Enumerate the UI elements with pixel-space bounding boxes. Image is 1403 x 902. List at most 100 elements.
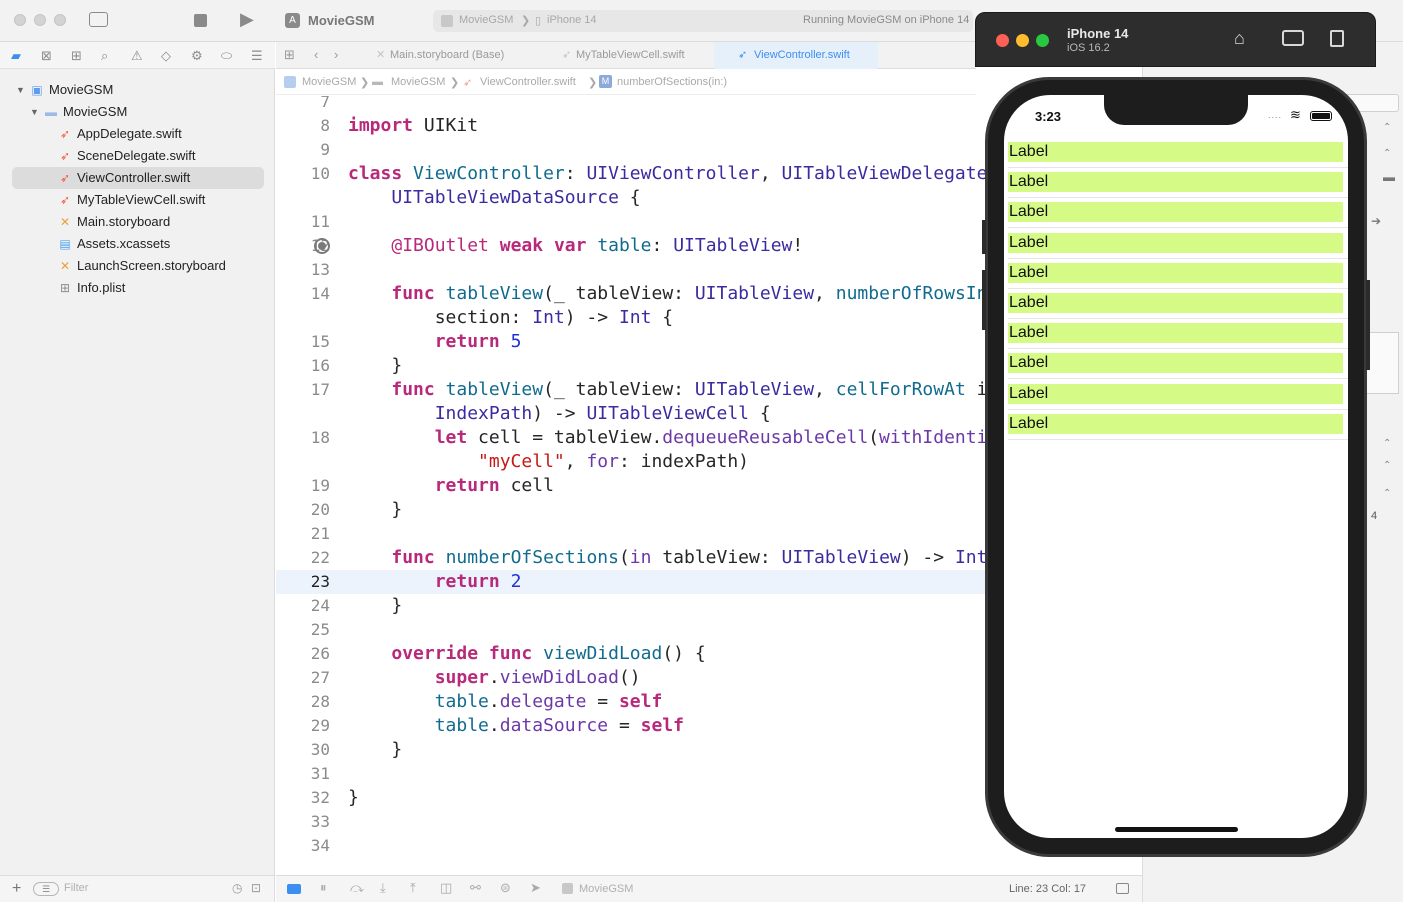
line-number[interactable]: 14 xyxy=(276,282,330,306)
breadcrumb-file[interactable]: ViewController.swift xyxy=(480,76,576,88)
line-number[interactable]: 19 xyxy=(276,474,330,498)
tree-item-file[interactable]: ⊞ Info.plist xyxy=(58,277,125,299)
line-number[interactable] xyxy=(276,186,330,210)
console-toggle-icon[interactable] xyxy=(287,884,301,894)
line-number[interactable]: 8 xyxy=(276,114,330,138)
table-cell[interactable]: Label xyxy=(1008,293,1343,313)
panel-toggle-icon[interactable] xyxy=(1116,883,1129,894)
table-cell[interactable]: Label xyxy=(1008,232,1343,253)
back-icon[interactable]: ‹ xyxy=(314,47,318,62)
line-number[interactable] xyxy=(276,450,330,474)
source-editor[interactable]: 7891011121314151617181920212223242526272… xyxy=(276,96,986,875)
view-debugger-icon[interactable]: ◫ xyxy=(440,880,452,896)
table-cell[interactable]: Label xyxy=(1008,323,1343,344)
window-minimize-button[interactable] xyxy=(34,14,46,26)
simulator-zoom-button[interactable] xyxy=(1036,34,1049,47)
stepper-icon[interactable]: ⌃ xyxy=(1383,148,1391,159)
line-number[interactable]: 15 xyxy=(276,330,330,354)
recent-files-icon[interactable]: ◷ xyxy=(232,881,242,895)
line-number[interactable]: 27 xyxy=(276,666,330,690)
table-cell[interactable]: Label xyxy=(1008,353,1343,374)
folder-icon[interactable]: ▬ xyxy=(1383,170,1395,184)
home-icon[interactable]: ⌂ xyxy=(1234,28,1245,49)
table-cell[interactable]: Label xyxy=(1008,413,1343,434)
symbol-icon[interactable]: ⊞ xyxy=(71,48,82,64)
stepper-icon[interactable]: ⌃ xyxy=(1383,122,1391,133)
line-number[interactable]: 25 xyxy=(276,618,330,642)
line-number[interactable]: 11 xyxy=(276,210,330,234)
scheme-selector[interactable]: MovieGSM ❯ ▯ iPhone 14 Running MovieGSM … xyxy=(433,10,973,32)
line-number[interactable]: 31 xyxy=(276,762,330,786)
step-into-icon[interactable]: ⤓ xyxy=(380,880,386,896)
window-zoom-button[interactable] xyxy=(54,14,66,26)
line-number[interactable]: 34 xyxy=(276,834,330,858)
tab-main-storyboard[interactable]: ✕ Main.storyboard (Base) xyxy=(370,42,534,69)
step-out-icon[interactable]: ⤒ xyxy=(410,880,416,896)
tree-item-file[interactable]: ➶ AppDelegate.swift xyxy=(58,123,182,145)
filter-input[interactable]: Filter xyxy=(64,882,88,894)
tree-item-file[interactable]: ✕ LaunchScreen.storyboard xyxy=(58,255,226,277)
line-number[interactable]: 26 xyxy=(276,642,330,666)
line-number[interactable]: 33 xyxy=(276,810,330,834)
tree-item-project[interactable]: ▣ MovieGSM xyxy=(30,79,113,101)
simulator-minimize-button[interactable] xyxy=(1016,34,1029,47)
table-cell[interactable]: Label xyxy=(1008,383,1343,404)
tree-item-file[interactable]: ▤ Assets.xcassets xyxy=(58,233,170,255)
filter-options-icon[interactable]: ☰ xyxy=(33,882,59,896)
stepper-icon[interactable]: ⌃ xyxy=(1383,488,1391,499)
forward-icon[interactable]: › xyxy=(334,47,338,62)
window-close-button[interactable] xyxy=(14,14,26,26)
source-control-icon[interactable]: ⊠ xyxy=(41,48,52,64)
line-number[interactable]: 23 xyxy=(276,570,330,594)
home-indicator[interactable] xyxy=(1115,827,1238,832)
test-icon[interactable]: ◇ xyxy=(161,48,171,64)
screenshot-icon[interactable] xyxy=(1282,30,1304,46)
memory-graph-icon[interactable]: ⚯ xyxy=(470,880,481,896)
grid-icon[interactable]: ⊞ xyxy=(284,47,295,63)
line-number[interactable]: 10 xyxy=(276,162,330,186)
line-number[interactable]: 28 xyxy=(276,690,330,714)
line-number[interactable]: 9 xyxy=(276,138,330,162)
tree-item-file[interactable]: ✕ Main.storyboard xyxy=(58,211,170,233)
inspector-value[interactable]: 4 xyxy=(1371,510,1377,522)
outlet-connection-icon[interactable] xyxy=(314,238,330,254)
line-number[interactable]: 29 xyxy=(276,714,330,738)
close-icon[interactable]: ✕ xyxy=(376,42,385,69)
breadcrumb-project[interactable]: MovieGSM xyxy=(302,76,356,88)
add-icon[interactable]: + xyxy=(12,880,21,898)
tab-viewcontroller[interactable]: ➶ ViewController.swift xyxy=(714,42,878,69)
stepper-icon[interactable]: ⌃ xyxy=(1383,438,1391,449)
line-number[interactable]: 18 xyxy=(276,426,330,450)
line-number[interactable]: 32 xyxy=(276,786,330,810)
line-number[interactable]: 21 xyxy=(276,522,330,546)
line-number[interactable]: 17 xyxy=(276,378,330,402)
debug-icon[interactable]: ⚙ xyxy=(191,48,203,64)
environment-icon[interactable]: ⊜ xyxy=(500,880,511,896)
tree-item-file[interactable]: ➶ SceneDelegate.swift xyxy=(58,145,196,167)
line-number[interactable]: 22 xyxy=(276,546,330,570)
line-number[interactable]: 30 xyxy=(276,738,330,762)
disclosure-icon[interactable]: ▼ xyxy=(30,107,39,117)
step-over-icon[interactable]: ⤼ xyxy=(350,880,364,896)
line-number[interactable]: 16 xyxy=(276,354,330,378)
stop-icon[interactable] xyxy=(194,14,207,27)
breakpoint-icon[interactable]: ⬭ xyxy=(221,48,232,64)
tab-mytableviewcell[interactable]: ➶ MyTableViewCell.swift xyxy=(556,42,716,69)
line-number[interactable]: 20 xyxy=(276,498,330,522)
line-number[interactable] xyxy=(276,306,330,330)
folder-icon[interactable]: ▰ xyxy=(11,48,21,64)
simulator-close-button[interactable] xyxy=(996,34,1009,47)
breadcrumb-symbol[interactable]: numberOfSections(in:) xyxy=(617,76,727,88)
navigate-icon[interactable]: ➔ xyxy=(1371,214,1381,228)
run-icon[interactable]: ▶ xyxy=(240,10,254,28)
breadcrumb-group[interactable]: MovieGSM xyxy=(391,76,445,88)
disclosure-icon[interactable]: ▼ xyxy=(16,85,25,95)
warning-icon[interactable]: ⚠ xyxy=(131,48,143,64)
tree-item-group[interactable]: ▬ MovieGSM xyxy=(44,101,127,123)
table-cell[interactable]: Label xyxy=(1008,172,1343,193)
line-number[interactable]: 13 xyxy=(276,258,330,282)
report-icon[interactable]: ☰ xyxy=(251,48,263,64)
line-number[interactable]: 7 xyxy=(276,96,330,114)
rotate-icon[interactable] xyxy=(1330,30,1344,47)
filter-scm-icon[interactable]: ⊡ xyxy=(251,881,261,895)
